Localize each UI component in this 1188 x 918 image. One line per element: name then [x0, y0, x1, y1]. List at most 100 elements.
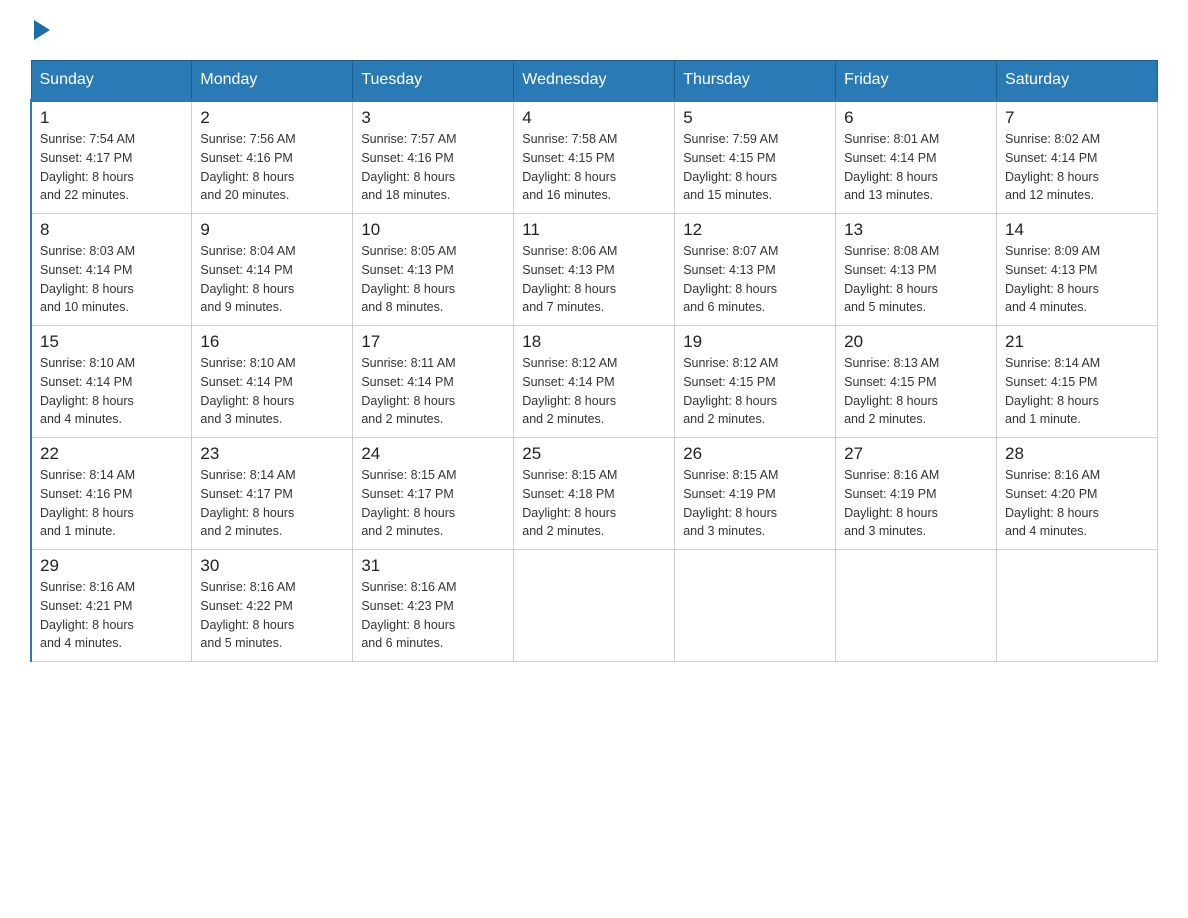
calendar-header: Sunday Monday Tuesday Wednesday Thursday… [31, 61, 1158, 101]
day-number: 5 [683, 108, 827, 128]
day-cell-7: 7 Sunrise: 8:02 AM Sunset: 4:14 PM Dayli… [997, 101, 1158, 214]
day-number: 31 [361, 556, 505, 576]
day-cell-5: 5 Sunrise: 7:59 AM Sunset: 4:15 PM Dayli… [675, 101, 836, 214]
day-info: Sunrise: 8:11 AM Sunset: 4:14 PM Dayligh… [361, 354, 505, 429]
calendar-body: 1 Sunrise: 7:54 AM Sunset: 4:17 PM Dayli… [31, 101, 1158, 662]
day-cell-17: 17 Sunrise: 8:11 AM Sunset: 4:14 PM Dayl… [353, 326, 514, 438]
day-number: 24 [361, 444, 505, 464]
day-cell-26: 26 Sunrise: 8:15 AM Sunset: 4:19 PM Dayl… [675, 438, 836, 550]
day-info: Sunrise: 8:15 AM Sunset: 4:19 PM Dayligh… [683, 466, 827, 541]
day-info: Sunrise: 8:15 AM Sunset: 4:18 PM Dayligh… [522, 466, 666, 541]
day-cell-10: 10 Sunrise: 8:05 AM Sunset: 4:13 PM Dayl… [353, 214, 514, 326]
day-number: 11 [522, 220, 666, 240]
day-cell-19: 19 Sunrise: 8:12 AM Sunset: 4:15 PM Dayl… [675, 326, 836, 438]
day-cell-22: 22 Sunrise: 8:14 AM Sunset: 4:16 PM Dayl… [31, 438, 192, 550]
col-saturday: Saturday [997, 61, 1158, 101]
calendar-week-1: 1 Sunrise: 7:54 AM Sunset: 4:17 PM Dayli… [31, 101, 1158, 214]
day-cell-30: 30 Sunrise: 8:16 AM Sunset: 4:22 PM Dayl… [192, 550, 353, 662]
day-cell-6: 6 Sunrise: 8:01 AM Sunset: 4:14 PM Dayli… [836, 101, 997, 214]
day-cell-27: 27 Sunrise: 8:16 AM Sunset: 4:19 PM Dayl… [836, 438, 997, 550]
day-info: Sunrise: 7:54 AM Sunset: 4:17 PM Dayligh… [40, 130, 183, 205]
day-info: Sunrise: 8:16 AM Sunset: 4:21 PM Dayligh… [40, 578, 183, 653]
day-cell-11: 11 Sunrise: 8:06 AM Sunset: 4:13 PM Dayl… [514, 214, 675, 326]
day-number: 7 [1005, 108, 1149, 128]
day-info: Sunrise: 8:01 AM Sunset: 4:14 PM Dayligh… [844, 130, 988, 205]
day-number: 19 [683, 332, 827, 352]
day-number: 26 [683, 444, 827, 464]
logo [30, 20, 50, 40]
day-info: Sunrise: 8:10 AM Sunset: 4:14 PM Dayligh… [40, 354, 183, 429]
day-number: 18 [522, 332, 666, 352]
day-info: Sunrise: 7:59 AM Sunset: 4:15 PM Dayligh… [683, 130, 827, 205]
day-cell-16: 16 Sunrise: 8:10 AM Sunset: 4:14 PM Dayl… [192, 326, 353, 438]
day-cell-9: 9 Sunrise: 8:04 AM Sunset: 4:14 PM Dayli… [192, 214, 353, 326]
calendar-table: Sunday Monday Tuesday Wednesday Thursday… [30, 60, 1158, 662]
day-number: 10 [361, 220, 505, 240]
day-cell-28: 28 Sunrise: 8:16 AM Sunset: 4:20 PM Dayl… [997, 438, 1158, 550]
day-info: Sunrise: 8:16 AM Sunset: 4:22 PM Dayligh… [200, 578, 344, 653]
day-info: Sunrise: 7:57 AM Sunset: 4:16 PM Dayligh… [361, 130, 505, 205]
day-info: Sunrise: 8:16 AM Sunset: 4:20 PM Dayligh… [1005, 466, 1149, 541]
day-cell-18: 18 Sunrise: 8:12 AM Sunset: 4:14 PM Dayl… [514, 326, 675, 438]
day-number: 2 [200, 108, 344, 128]
day-number: 15 [40, 332, 183, 352]
day-cell-12: 12 Sunrise: 8:07 AM Sunset: 4:13 PM Dayl… [675, 214, 836, 326]
day-cell-31: 31 Sunrise: 8:16 AM Sunset: 4:23 PM Dayl… [353, 550, 514, 662]
day-info: Sunrise: 8:12 AM Sunset: 4:14 PM Dayligh… [522, 354, 666, 429]
day-info: Sunrise: 8:06 AM Sunset: 4:13 PM Dayligh… [522, 242, 666, 317]
day-number: 23 [200, 444, 344, 464]
day-number: 27 [844, 444, 988, 464]
day-info: Sunrise: 8:08 AM Sunset: 4:13 PM Dayligh… [844, 242, 988, 317]
col-friday: Friday [836, 61, 997, 101]
day-number: 17 [361, 332, 505, 352]
col-sunday: Sunday [31, 61, 192, 101]
page-header [30, 20, 1158, 40]
day-number: 25 [522, 444, 666, 464]
empty-cell [836, 550, 997, 662]
day-cell-29: 29 Sunrise: 8:16 AM Sunset: 4:21 PM Dayl… [31, 550, 192, 662]
day-number: 28 [1005, 444, 1149, 464]
day-cell-4: 4 Sunrise: 7:58 AM Sunset: 4:15 PM Dayli… [514, 101, 675, 214]
col-thursday: Thursday [675, 61, 836, 101]
day-info: Sunrise: 8:15 AM Sunset: 4:17 PM Dayligh… [361, 466, 505, 541]
col-monday: Monday [192, 61, 353, 101]
header-row: Sunday Monday Tuesday Wednesday Thursday… [31, 61, 1158, 101]
calendar-week-2: 8 Sunrise: 8:03 AM Sunset: 4:14 PM Dayli… [31, 214, 1158, 326]
logo-general [30, 20, 50, 40]
day-info: Sunrise: 8:09 AM Sunset: 4:13 PM Dayligh… [1005, 242, 1149, 317]
day-info: Sunrise: 8:16 AM Sunset: 4:23 PM Dayligh… [361, 578, 505, 653]
calendar-week-4: 22 Sunrise: 8:14 AM Sunset: 4:16 PM Dayl… [31, 438, 1158, 550]
day-info: Sunrise: 8:05 AM Sunset: 4:13 PM Dayligh… [361, 242, 505, 317]
day-number: 4 [522, 108, 666, 128]
day-number: 29 [40, 556, 183, 576]
day-info: Sunrise: 8:14 AM Sunset: 4:15 PM Dayligh… [1005, 354, 1149, 429]
empty-cell [675, 550, 836, 662]
day-info: Sunrise: 8:10 AM Sunset: 4:14 PM Dayligh… [200, 354, 344, 429]
day-cell-8: 8 Sunrise: 8:03 AM Sunset: 4:14 PM Dayli… [31, 214, 192, 326]
day-info: Sunrise: 8:14 AM Sunset: 4:17 PM Dayligh… [200, 466, 344, 541]
day-number: 22 [40, 444, 183, 464]
day-cell-2: 2 Sunrise: 7:56 AM Sunset: 4:16 PM Dayli… [192, 101, 353, 214]
day-number: 21 [1005, 332, 1149, 352]
day-info: Sunrise: 8:03 AM Sunset: 4:14 PM Dayligh… [40, 242, 183, 317]
col-wednesday: Wednesday [514, 61, 675, 101]
day-info: Sunrise: 8:13 AM Sunset: 4:15 PM Dayligh… [844, 354, 988, 429]
day-number: 13 [844, 220, 988, 240]
day-cell-14: 14 Sunrise: 8:09 AM Sunset: 4:13 PM Dayl… [997, 214, 1158, 326]
day-info: Sunrise: 7:58 AM Sunset: 4:15 PM Dayligh… [522, 130, 666, 205]
logo-triangle-icon [34, 20, 50, 40]
day-cell-23: 23 Sunrise: 8:14 AM Sunset: 4:17 PM Dayl… [192, 438, 353, 550]
col-tuesday: Tuesday [353, 61, 514, 101]
day-cell-24: 24 Sunrise: 8:15 AM Sunset: 4:17 PM Dayl… [353, 438, 514, 550]
empty-cell [514, 550, 675, 662]
calendar-week-3: 15 Sunrise: 8:10 AM Sunset: 4:14 PM Dayl… [31, 326, 1158, 438]
day-info: Sunrise: 8:16 AM Sunset: 4:19 PM Dayligh… [844, 466, 988, 541]
day-info: Sunrise: 8:04 AM Sunset: 4:14 PM Dayligh… [200, 242, 344, 317]
day-cell-25: 25 Sunrise: 8:15 AM Sunset: 4:18 PM Dayl… [514, 438, 675, 550]
empty-cell [997, 550, 1158, 662]
day-info: Sunrise: 8:12 AM Sunset: 4:15 PM Dayligh… [683, 354, 827, 429]
day-number: 3 [361, 108, 505, 128]
day-cell-13: 13 Sunrise: 8:08 AM Sunset: 4:13 PM Dayl… [836, 214, 997, 326]
day-cell-15: 15 Sunrise: 8:10 AM Sunset: 4:14 PM Dayl… [31, 326, 192, 438]
day-number: 12 [683, 220, 827, 240]
